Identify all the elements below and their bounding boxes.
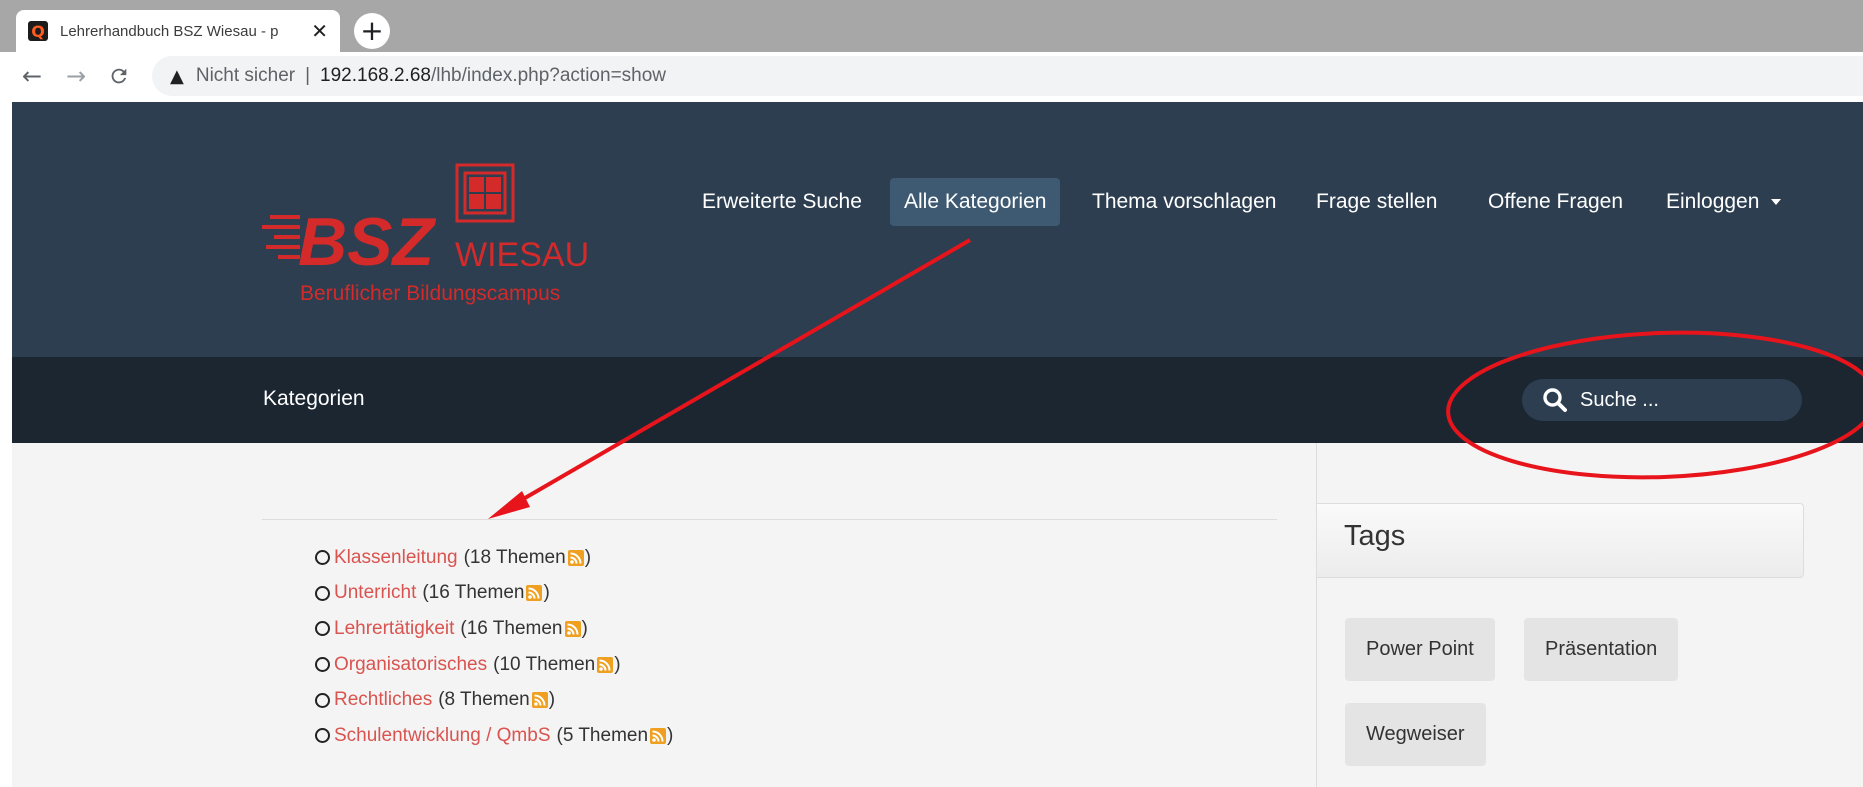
category-count: (16 Themen	[422, 582, 525, 604]
category-count: (18 Themen	[463, 546, 566, 568]
category-link[interactable]: Schulentwicklung / QmbS	[334, 725, 551, 747]
page-title: Kategorien	[263, 387, 365, 410]
close-icon[interactable]: ✕	[311, 19, 328, 43]
nav-einloggen-dropdown[interactable]: Einloggen	[1652, 178, 1795, 226]
list-item: Schulentwicklung / QmbS (5 Themen )	[315, 718, 673, 754]
category-count: (10 Themen	[493, 653, 596, 675]
nav-label: Alle Kategorien	[904, 190, 1047, 213]
category-count: (16 Themen	[460, 617, 563, 639]
back-arrow-icon[interactable]: ←	[22, 60, 42, 92]
address-bar[interactable]: ▲ Nicht sicher | 192.168.2.68 /lhb/index…	[152, 56, 1863, 96]
search-icon	[1543, 388, 1567, 412]
rss-feed-icon[interactable]	[531, 692, 548, 709]
category-count-close: )	[584, 546, 592, 568]
rss-feed-icon[interactable]	[564, 620, 581, 637]
tag-label: Power Point	[1366, 638, 1474, 660]
circle-bullet-icon	[315, 657, 330, 673]
category-link[interactable]: Organisatorisches	[334, 654, 487, 676]
browser-tab[interactable]: Q Lehrerhandbuch BSZ Wiesau - p ✕	[16, 10, 340, 52]
list-item: Lehrertätigkeit (16 Themen )	[315, 611, 673, 647]
main-content: Klassenleitung (18 Themen ) Unterricht (…	[12, 443, 1863, 787]
url-host: 192.168.2.68	[320, 65, 431, 86]
nav-label: Thema vorschlagen	[1092, 190, 1277, 213]
tag-wegweiser[interactable]: Wegweiser	[1345, 703, 1486, 766]
search-input[interactable]	[1578, 387, 1782, 413]
divider	[262, 519, 1277, 520]
nav-label: Erweiterte Suche	[702, 190, 862, 213]
category-count-close: )	[667, 724, 674, 746]
circle-bullet-icon	[315, 728, 330, 744]
warning-icon: ▲	[170, 65, 184, 87]
nav-frage-stellen[interactable]: Frage stellen	[1302, 178, 1451, 226]
nav-alle-kategorien[interactable]: Alle Kategorien	[890, 178, 1061, 226]
category-link[interactable]: Lehrertätigkeit	[334, 618, 454, 640]
tag-power-point[interactable]: Power Point	[1345, 618, 1495, 681]
list-item: Organisatorisches (10 Themen )	[315, 647, 673, 683]
rss-feed-icon[interactable]	[526, 585, 543, 602]
tags-panel-header: Tags	[1317, 503, 1804, 578]
main-navigation: Erweiterte Suche Alle Kategorien Thema v…	[12, 102, 1863, 357]
circle-bullet-icon	[315, 621, 330, 637]
list-item: Rechtliches (8 Themen )	[315, 682, 673, 718]
reload-icon[interactable]	[108, 60, 130, 92]
category-count-close: )	[548, 689, 556, 711]
browser-tabstrip: Q Lehrerhandbuch BSZ Wiesau - p ✕ +	[0, 0, 1863, 52]
circle-bullet-icon	[315, 692, 330, 708]
browser-toolbar: ← → ▲ Nicht sicher | 192.168.2.68 /lhb/i…	[0, 52, 1863, 100]
rss-feed-icon[interactable]	[650, 727, 667, 744]
category-count-close: )	[581, 617, 588, 639]
sidebar-divider	[1316, 443, 1317, 787]
search-box[interactable]	[1522, 379, 1802, 421]
rss-feed-icon[interactable]	[597, 656, 614, 673]
url-path: /lhb/index.php?action=show	[430, 65, 667, 86]
tab-title: Lehrerhandbuch BSZ Wiesau - p	[60, 22, 279, 40]
category-link[interactable]: Rechtliches	[334, 689, 432, 711]
nav-offene-fragen[interactable]: Offene Fragen	[1474, 178, 1637, 226]
list-item: Unterricht (16 Themen )	[315, 576, 673, 612]
category-count: (5 Themen	[556, 724, 649, 746]
new-tab-button[interactable]: +	[354, 13, 390, 49]
category-link[interactable]: Unterricht	[334, 582, 416, 604]
tags-title: Tags	[1344, 520, 1406, 552]
url-separator: |	[305, 65, 311, 86]
security-label[interactable]: Nicht sicher	[196, 65, 295, 87]
site-favicon-icon: Q	[28, 21, 48, 41]
tag-praesentation[interactable]: Präsentation	[1524, 618, 1679, 681]
caret-down-icon	[1771, 199, 1782, 205]
category-count-close: )	[614, 653, 621, 675]
rss-feed-icon[interactable]	[567, 549, 584, 566]
category-list: Klassenleitung (18 Themen ) Unterricht (…	[315, 540, 673, 754]
nav-label: Offene Fragen	[1488, 190, 1624, 213]
list-item: Klassenleitung (18 Themen )	[315, 540, 673, 576]
circle-bullet-icon	[315, 585, 330, 601]
nav-label: Frage stellen	[1316, 190, 1438, 213]
tag-label: Wegweiser	[1366, 723, 1465, 745]
page-title-bar: Kategorien	[12, 357, 1863, 443]
category-count: (8 Themen	[438, 689, 530, 711]
forward-arrow-icon[interactable]: →	[66, 60, 86, 92]
nav-label: Einloggen	[1666, 190, 1760, 213]
circle-bullet-icon	[315, 550, 330, 566]
nav-erweiterte-suche[interactable]: Erweiterte Suche	[688, 178, 876, 226]
tag-label: Präsentation	[1545, 638, 1658, 660]
nav-thema-vorschlagen[interactable]: Thema vorschlagen	[1078, 178, 1290, 226]
site-header: BSZ WIESAU Beruflicher Bildungscampus Er…	[12, 102, 1863, 357]
category-count-close: )	[543, 582, 550, 604]
category-link[interactable]: Klassenleitung	[334, 547, 458, 569]
